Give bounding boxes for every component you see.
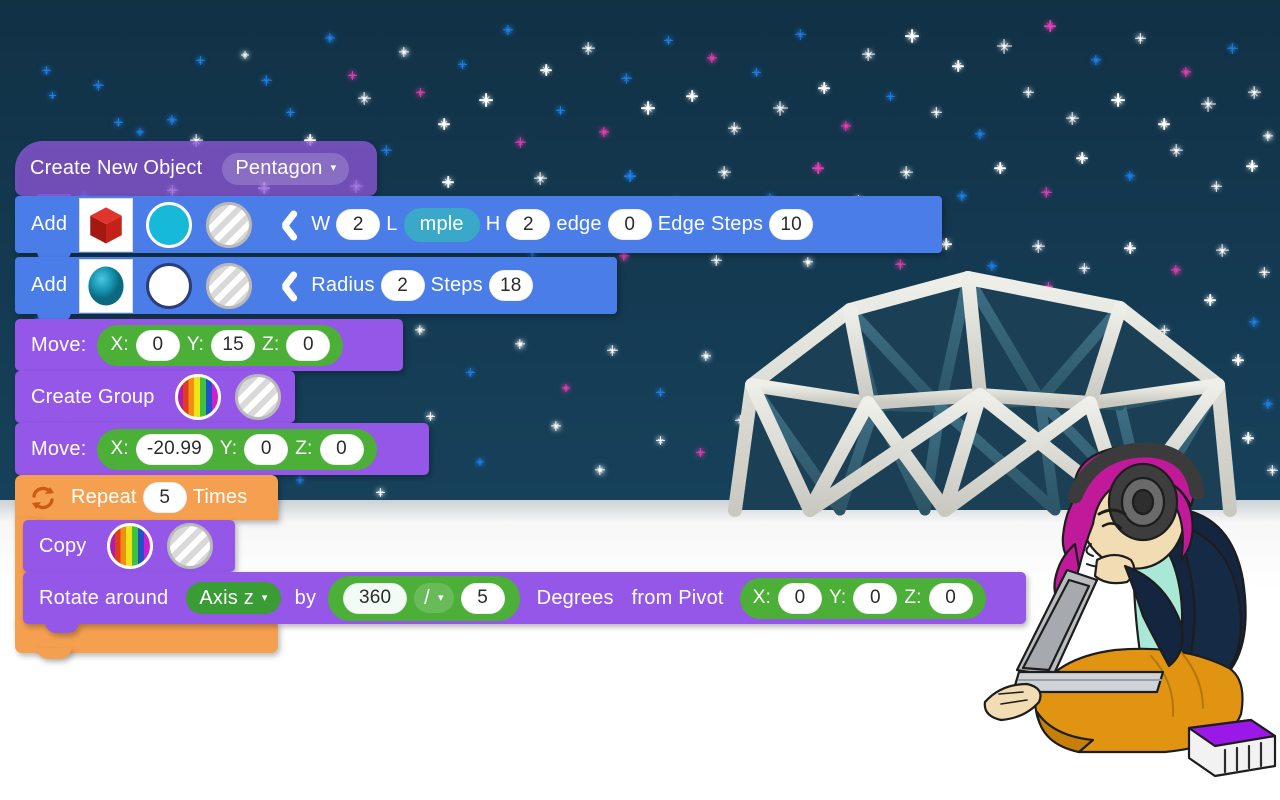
operator-dropdown[interactable]: / ▾: [414, 583, 454, 613]
red-cube-thumbnail[interactable]: [79, 197, 134, 252]
add-cube-label: Add: [31, 213, 68, 235]
add-sphere-label: Add: [31, 274, 68, 296]
from-pivot-label: from Pivot: [631, 586, 724, 609]
block-script-canvas[interactable]: Create New Object Pentagon ▾ Add W 2 L m…: [0, 0, 1280, 800]
block-repeat[interactable]: Repeat 5 Times: [15, 475, 278, 529]
axis-label-x: X:: [110, 438, 129, 459]
object-type-value: Pentagon: [235, 157, 323, 179]
create-new-object-label: Create New Object: [30, 157, 203, 179]
group-texture-swatch[interactable]: [234, 374, 281, 420]
field-h[interactable]: 2: [506, 209, 551, 240]
move-1-x[interactable]: 0: [135, 329, 180, 361]
repeat-count[interactable]: 5: [142, 482, 187, 513]
block-copy[interactable]: Copy: [23, 520, 235, 581]
field-label-l: L: [386, 213, 398, 235]
move-2-x[interactable]: -20.99: [135, 433, 213, 465]
move-1-y[interactable]: 15: [211, 329, 256, 361]
block-create-group[interactable]: Create Group: [15, 371, 295, 432]
axis-label-z: Z:: [295, 438, 313, 459]
move-2-label: Move:: [31, 437, 87, 460]
block-add-cube[interactable]: Add W 2 L mple H 2 edge 0 Edge Steps 10: [15, 196, 942, 262]
rotate-around-label: Rotate around: [39, 586, 169, 609]
repeat-times-label: Times: [192, 486, 248, 508]
field-edge[interactable]: 0: [607, 209, 652, 240]
move-1-label: Move:: [31, 333, 87, 356]
field-label-edge-steps: Edge Steps: [657, 213, 764, 235]
group-color-swatch[interactable]: [174, 374, 221, 420]
pivot-y[interactable]: 0: [853, 582, 898, 614]
copy-texture-swatch[interactable]: [166, 523, 213, 569]
rotate-degrees-denominator[interactable]: 5: [460, 582, 505, 614]
repeat-label: Repeat: [71, 486, 137, 508]
field-label-radius: Radius: [311, 274, 375, 296]
field-edge-steps[interactable]: 10: [769, 209, 814, 240]
move-2-coords[interactable]: X: -20.99 Y: 0 Z: 0: [97, 428, 377, 470]
move-1-z[interactable]: 0: [286, 329, 331, 361]
axis-label-y: Y:: [829, 587, 847, 608]
operator-value: /: [424, 586, 430, 609]
axis-dropdown-value: Axis z: [199, 586, 254, 609]
rotate-degrees-numerator[interactable]: 360: [343, 582, 408, 614]
field-label-steps: Steps: [430, 274, 483, 296]
axis-label-x: X:: [752, 587, 772, 608]
loop-icon: [32, 486, 54, 509]
axis-label-y: Y:: [219, 438, 238, 459]
copy-label: Copy: [39, 534, 87, 557]
move-1-coords[interactable]: X: 0 Y: 15 Z: 0: [97, 324, 344, 366]
degrees-label: Degrees: [536, 586, 614, 609]
block-create-new-object[interactable]: Create New Object Pentagon ▾: [15, 141, 377, 205]
field-w[interactable]: 2: [336, 209, 381, 240]
pivot-z[interactable]: 0: [928, 582, 973, 614]
repeat-bottom-notch: [37, 648, 71, 659]
axis-label-x: X:: [110, 334, 129, 355]
cube-texture-swatch[interactable]: [206, 201, 253, 248]
chevron-down-icon: ▾: [261, 591, 268, 604]
move-2-y[interactable]: 0: [244, 433, 289, 465]
object-type-dropdown[interactable]: Pentagon ▾: [222, 152, 350, 185]
field-label-edge: edge: [556, 213, 602, 235]
field-label-w: W: [311, 213, 331, 235]
block-move-2[interactable]: Move: X: -20.99 Y: 0 Z: 0: [15, 423, 429, 484]
block-add-sphere[interactable]: Add Radius 2 Steps 18: [15, 257, 617, 323]
collapse-chevron-icon[interactable]: [269, 208, 295, 242]
sphere-color-swatch[interactable]: [146, 262, 193, 309]
field-label-h: H: [485, 213, 501, 235]
sphere-texture-swatch[interactable]: [206, 262, 253, 309]
pivot-coords[interactable]: X: 0 Y: 0 Z: 0: [739, 577, 986, 619]
move-2-z[interactable]: 0: [319, 433, 364, 465]
axis-label-z: Z:: [262, 334, 280, 355]
block-rotate-around[interactable]: Rotate around Axis z ▾ by 360 / ▾ 5 Degr…: [23, 572, 1026, 633]
copy-color-swatch[interactable]: [106, 523, 153, 569]
axis-label-z: Z:: [904, 587, 922, 608]
block-move-1[interactable]: Move: X: 0 Y: 15 Z: 0: [15, 319, 403, 380]
create-group-label: Create Group: [31, 385, 155, 408]
field-steps[interactable]: 18: [488, 270, 533, 301]
blue-sphere-thumbnail[interactable]: [79, 258, 134, 313]
axis-dropdown[interactable]: Axis z ▾: [186, 582, 281, 614]
rotate-expression[interactable]: 360 / ▾ 5: [328, 575, 520, 621]
chevron-down-icon: ▾: [437, 591, 444, 604]
field-l[interactable]: mple: [403, 207, 480, 242]
axis-label-y: Y:: [186, 334, 205, 355]
rotate-by-label: by: [294, 586, 317, 609]
collapse-chevron-icon[interactable]: [269, 269, 295, 303]
cube-color-swatch[interactable]: [146, 201, 193, 248]
field-radius[interactable]: 2: [380, 270, 425, 301]
chevron-down-icon: ▾: [330, 162, 337, 174]
pivot-x[interactable]: 0: [778, 582, 823, 614]
